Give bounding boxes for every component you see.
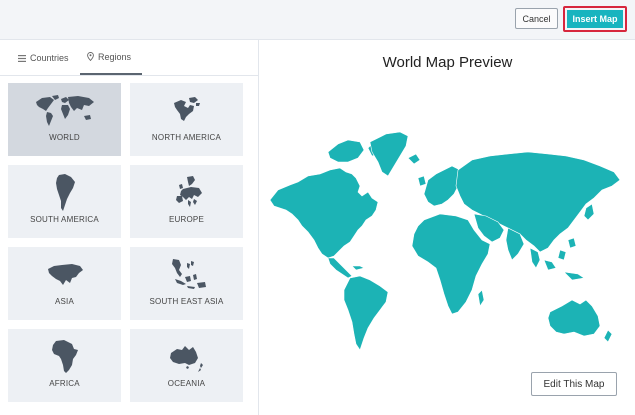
asia-map-icon xyxy=(47,264,83,285)
edit-map-button[interactable]: Edit This Map xyxy=(531,372,617,396)
region-tile-label: NORTH AMERICA xyxy=(151,133,222,142)
region-tile-oceania[interactable]: OCEANIA xyxy=(130,329,243,402)
tab-countries[interactable]: Countries xyxy=(18,40,69,76)
region-tile-south-america[interactable]: SOUTH AMERICA xyxy=(8,165,121,238)
top-bar: Cancel Insert Map xyxy=(0,0,635,40)
region-tile-label: SOUTH AMERICA xyxy=(30,215,99,224)
africa-map-icon xyxy=(51,340,78,373)
region-tile-label: WORLD xyxy=(49,133,80,142)
region-tile-south-east-asia[interactable]: SOUTH EAST ASIA xyxy=(130,247,243,320)
region-panel: Countries Regions WORLD NORTH AMERICA SO… xyxy=(0,40,259,415)
region-tile-africa[interactable]: AFRICA xyxy=(8,329,121,402)
tab-regions[interactable]: Regions xyxy=(80,40,142,75)
tab-bar: Countries Regions xyxy=(0,40,259,76)
cancel-button[interactable]: Cancel xyxy=(515,8,558,29)
region-tile-label: OCEANIA xyxy=(167,379,206,388)
tab-countries-label: Countries xyxy=(30,53,69,63)
oceania-map-icon xyxy=(169,346,203,372)
list-icon xyxy=(18,54,26,62)
world-map-preview xyxy=(269,131,621,351)
region-tile-label: SOUTH EAST ASIA xyxy=(149,297,224,306)
south-america-map-icon xyxy=(55,174,75,211)
insert-map-button[interactable]: Insert Map xyxy=(567,10,623,28)
region-tile-north-america[interactable]: NORTH AMERICA xyxy=(130,83,243,156)
world-map-icon xyxy=(35,95,94,126)
preview-title: World Map Preview xyxy=(382,54,513,71)
region-tile-world[interactable]: WORLD xyxy=(8,83,121,156)
region-tile-label: EUROPE xyxy=(169,215,204,224)
insert-map-highlight: Insert Map xyxy=(563,6,627,32)
tab-regions-label: Regions xyxy=(98,51,132,62)
south-east-asia-map-icon xyxy=(171,259,206,289)
north-america-map-icon xyxy=(173,97,200,121)
map-pin-icon xyxy=(87,52,94,61)
region-tile-asia[interactable]: ASIA xyxy=(8,247,121,320)
region-tile-label: ASIA xyxy=(54,297,75,306)
region-tile-europe[interactable]: EUROPE xyxy=(130,165,243,238)
region-tile-label: AFRICA xyxy=(49,379,80,388)
europe-map-icon xyxy=(175,176,202,207)
